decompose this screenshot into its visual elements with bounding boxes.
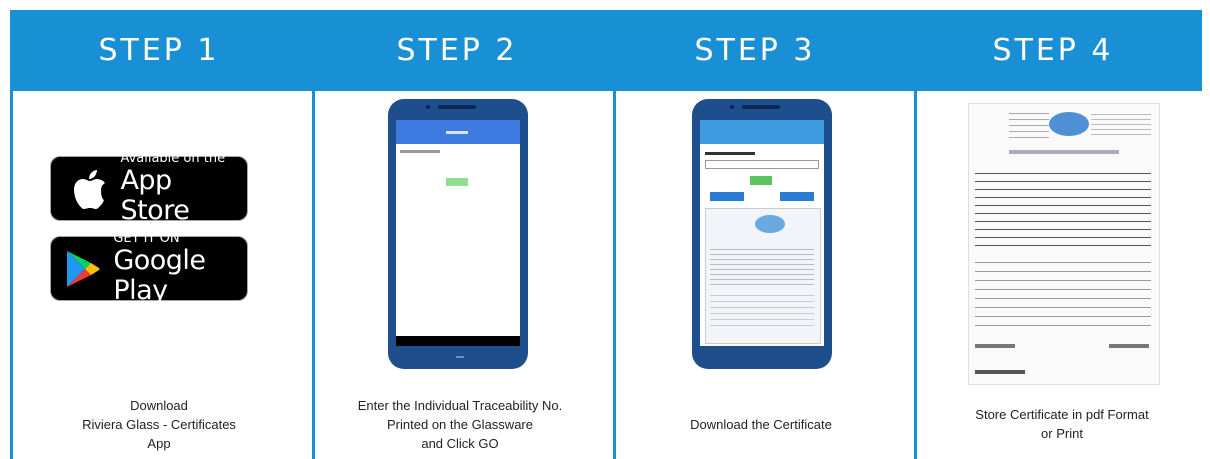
step-2-column: Enter the Individual Traceability No. Pr… [311, 91, 609, 459]
app-store-big-label: App Store [120, 165, 190, 226]
certificate-preview [968, 103, 1160, 385]
step-4-column: Store Certificate in pdf Format or Print [913, 91, 1210, 459]
app-store-small-label: Available on the [120, 151, 226, 166]
google-play-big-label: Google Play [113, 245, 206, 306]
steps-panel: STEP 1 STEP 2 STEP 3 STEP 4 Available on… [10, 10, 1202, 459]
caption-line: or Print [1041, 426, 1083, 441]
step-4-title: STEP 4 [992, 33, 1114, 68]
step-1-column: Available on the App Store GET IT ON Goo… [10, 91, 308, 459]
step-2-caption: Enter the Individual Traceability No. Pr… [311, 396, 609, 453]
apple-icon [69, 169, 110, 209]
app-screen [396, 120, 520, 346]
google-play-badge[interactable]: GET IT ON Google Play [50, 231, 248, 306]
app-screen [700, 120, 824, 346]
caption-line: and Click GO [421, 436, 499, 451]
caption-line: Download the Certificate [690, 417, 832, 432]
google-play-icon [65, 249, 101, 289]
google-play-small-label: GET IT ON [113, 231, 180, 246]
caption-line: Riviera Glass - Certificates [82, 417, 236, 432]
step-1-title: STEP 1 [98, 33, 220, 68]
step-1-caption: Download Riviera Glass - Certificates Ap… [10, 396, 308, 453]
phone-mockup [388, 99, 528, 369]
step-4-caption: Store Certificate in pdf Format or Print [913, 405, 1210, 443]
caption-line: Enter the Individual Traceability No. [357, 398, 563, 413]
step-3-title: STEP 3 [694, 33, 816, 68]
phone-mockup [692, 99, 832, 369]
caption-line: Printed on the Glassware [387, 417, 533, 432]
caption-line: Store Certificate in pdf Format [975, 407, 1149, 422]
app-store-badge[interactable]: Available on the App Store [50, 151, 248, 226]
caption-line: Download [130, 398, 188, 413]
step-3-column: Download the Certificate [612, 91, 910, 459]
step-2-title: STEP 2 [396, 33, 518, 68]
steps-header: STEP 1 STEP 2 STEP 3 STEP 4 [10, 10, 1202, 91]
step-3-caption: Download the Certificate [612, 415, 910, 434]
caption-line: App [147, 436, 171, 451]
